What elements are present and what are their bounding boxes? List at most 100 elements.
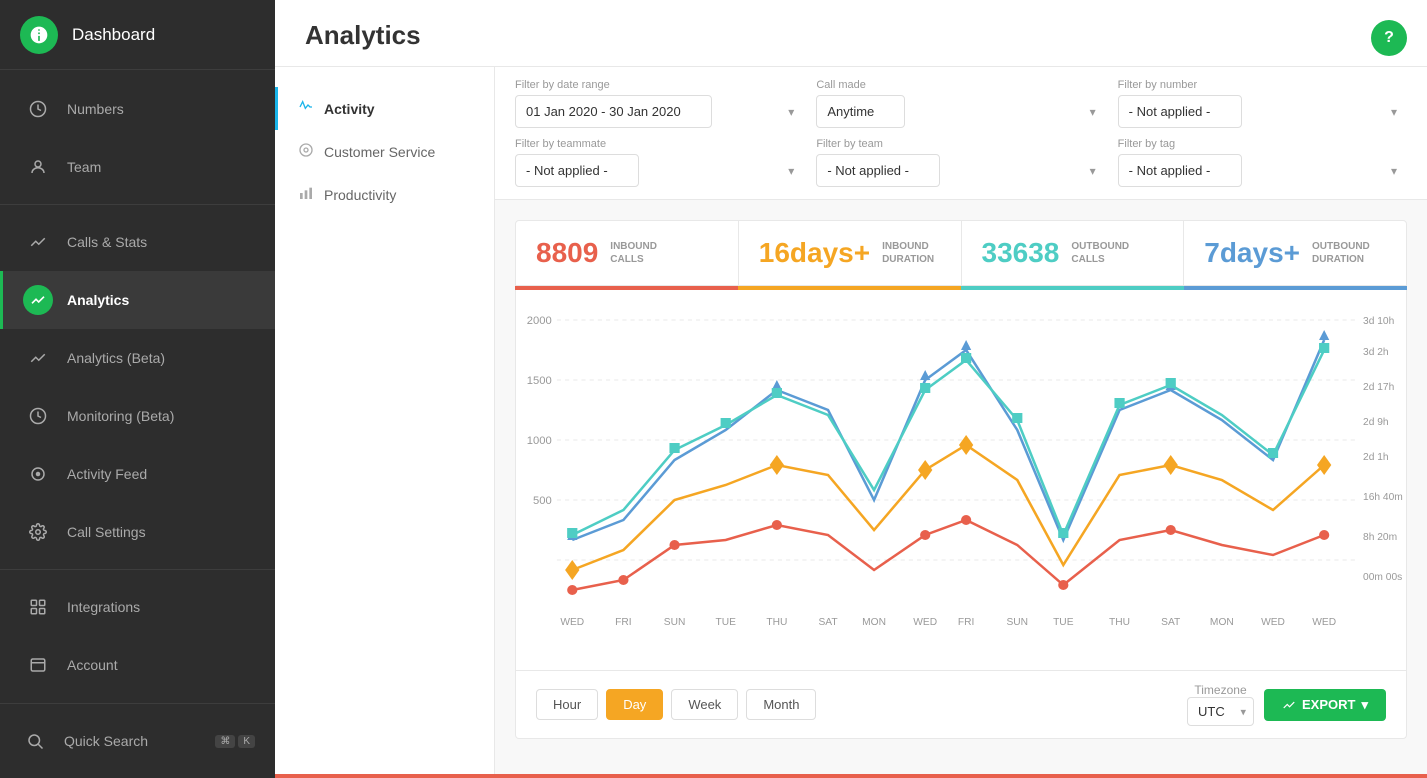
stat-outbound-dur-value: 7days+: [1204, 237, 1300, 269]
timezone-select-wrap: UTC: [1187, 697, 1254, 726]
customer-service-sub-icon: [298, 142, 314, 161]
svg-text:1000: 1000: [527, 435, 552, 447]
svg-text:2000: 2000: [527, 315, 552, 327]
sub-sidebar-item-customer-service[interactable]: Customer Service: [275, 130, 494, 173]
sidebar-item-call-settings[interactable]: Call Settings: [0, 503, 275, 561]
timezone-select[interactable]: UTC: [1187, 697, 1254, 726]
sidebar-item-integrations-label: Integrations: [67, 599, 140, 615]
timezone-label: Timezone: [1194, 683, 1246, 697]
stats-row: 8809 INBOUNDCALLS 16days+ INBOUNDDURATIO…: [515, 220, 1407, 286]
timezone-select-group: Timezone UTC: [1187, 683, 1254, 726]
sidebar-item-team[interactable]: Team: [0, 138, 275, 196]
timezone-group: Timezone UTC EXPORT ▾: [1187, 683, 1386, 726]
stat-card-inbound-dur: 16days+ INBOUNDDURATION: [739, 221, 962, 285]
sub-sidebar-item-productivity[interactable]: Productivity: [275, 173, 494, 216]
export-button[interactable]: EXPORT ▾: [1264, 689, 1386, 721]
sidebar-item-account[interactable]: Account: [0, 636, 275, 694]
time-btn-week[interactable]: Week: [671, 689, 738, 720]
chart-container: 2000 1500 1000 500: [515, 290, 1407, 739]
filter-team-label: Filter by team: [816, 138, 1105, 150]
svg-text:2d 1h: 2d 1h: [1363, 452, 1389, 463]
sidebar-item-numbers[interactable]: Numbers: [0, 80, 275, 138]
stat-card-inbound-calls: 8809 INBOUNDCALLS: [516, 221, 739, 285]
sidebar-item-calls-stats[interactable]: Calls & Stats: [0, 213, 275, 271]
sidebar-item-analytics-label: Analytics: [67, 292, 129, 308]
svg-text:2d 9h: 2d 9h: [1363, 417, 1389, 428]
chart-area: 2000 1500 1000 500: [516, 290, 1406, 670]
analytics-beta-icon: [23, 343, 53, 373]
sub-layout: Activity Customer Service Productivity: [275, 67, 1427, 778]
svg-text:FRI: FRI: [958, 617, 974, 628]
sidebar-item-monitoring-beta[interactable]: Monitoring (Beta): [0, 387, 275, 445]
filter-tag-select[interactable]: - Not applied -: [1118, 154, 1242, 187]
sidebar-item-activity-feed-label: Activity Feed: [67, 466, 147, 482]
filter-teammate-select[interactable]: - Not applied -: [515, 154, 639, 187]
export-icon: [1282, 698, 1296, 712]
sidebar-item-analytics-beta[interactable]: Analytics (Beta): [0, 329, 275, 387]
filter-team-select[interactable]: - Not applied -: [816, 154, 940, 187]
svg-text:SUN: SUN: [1006, 617, 1028, 628]
svg-text:SUN: SUN: [664, 617, 686, 628]
filter-date-range-label: Filter by date range: [515, 79, 804, 91]
svg-text:1500: 1500: [527, 375, 552, 387]
quick-search[interactable]: Quick Search ⌘ K: [0, 714, 275, 768]
filter-call-made-select[interactable]: Anytime: [816, 95, 905, 128]
filter-teammate-label: Filter by teammate: [515, 138, 804, 150]
page-title: Analytics: [305, 20, 1397, 51]
chart-footer: Hour Day Week Month Timezone UTC: [516, 670, 1406, 738]
svg-text:500: 500: [533, 495, 552, 507]
filter-date-range-select[interactable]: 01 Jan 2020 - 30 Jan 2020: [515, 95, 712, 128]
filter-bar: Filter by date range 01 Jan 2020 - 30 Ja…: [495, 67, 1427, 200]
kbd-cmd: ⌘: [215, 735, 235, 748]
time-btn-month[interactable]: Month: [746, 689, 816, 720]
chart-svg: 2000 1500 1000 500: [516, 300, 1406, 640]
productivity-sub-icon: [298, 185, 314, 204]
kbd-k: K: [238, 735, 255, 748]
page-header: Analytics: [275, 0, 1427, 67]
export-label: EXPORT: [1302, 697, 1355, 712]
help-button[interactable]: ?: [1371, 20, 1407, 56]
svg-text:WED: WED: [1261, 617, 1285, 628]
sidebar-item-analytics[interactable]: Analytics: [0, 271, 275, 329]
svg-text:TUE: TUE: [715, 617, 736, 628]
activity-feed-icon: [23, 459, 53, 489]
page-wrapper: ? Analytics Activity Customer Service: [275, 0, 1427, 778]
filter-date-range-wrap: 01 Jan 2020 - 30 Jan 2020: [515, 95, 804, 128]
filter-date-range-group: Filter by date range 01 Jan 2020 - 30 Ja…: [515, 79, 804, 128]
app-logo[interactable]: [20, 16, 58, 54]
svg-text:8h 20m: 8h 20m: [1363, 532, 1397, 543]
svg-text:3d 2h: 3d 2h: [1363, 347, 1389, 358]
sidebar-item-integrations[interactable]: Integrations: [0, 578, 275, 636]
sidebar-item-activity-feed[interactable]: Activity Feed: [0, 445, 275, 503]
time-btn-hour[interactable]: Hour: [536, 689, 598, 720]
stat-outbound-dur-label: OUTBOUNDDURATION: [1312, 240, 1370, 266]
app-title: Dashboard: [72, 25, 155, 45]
svg-text:2d 17h: 2d 17h: [1363, 382, 1394, 393]
sidebar-item-numbers-label: Numbers: [67, 101, 124, 117]
sub-sidebar-productivity-label: Productivity: [324, 187, 396, 203]
svg-text:MON: MON: [1210, 617, 1234, 628]
svg-text:SAT: SAT: [818, 617, 837, 628]
filter-row-2: Filter by teammate - Not applied - Filte…: [515, 138, 1407, 187]
time-btn-day[interactable]: Day: [606, 689, 663, 720]
integrations-icon: [23, 592, 53, 622]
sidebar: Dashboard Numbers Team Calls & Stats: [0, 0, 275, 778]
svg-text:SAT: SAT: [1161, 617, 1180, 628]
filter-team-group: Filter by team - Not applied -: [816, 138, 1105, 187]
filter-number-select[interactable]: - Not applied -: [1118, 95, 1242, 128]
monitoring-icon: [23, 401, 53, 431]
account-icon: [23, 650, 53, 680]
sidebar-item-call-settings-label: Call Settings: [67, 524, 146, 540]
svg-text:THU: THU: [1109, 617, 1130, 628]
sub-sidebar-activity-label: Activity: [324, 101, 375, 117]
filter-tag-group: Filter by tag - Not applied -: [1118, 138, 1407, 187]
filter-row-1: Filter by date range 01 Jan 2020 - 30 Ja…: [515, 79, 1407, 128]
clock-icon: [23, 94, 53, 124]
person-icon: [23, 152, 53, 182]
analytics-content: 8809 INBOUNDCALLS 16days+ INBOUNDDURATIO…: [495, 200, 1427, 778]
sidebar-header: Dashboard: [0, 0, 275, 70]
svg-text:TUE: TUE: [1053, 617, 1074, 628]
stat-card-outbound-calls: 33638 OUTBOUNDCALLS: [962, 221, 1185, 285]
activity-sub-icon: [298, 99, 314, 118]
sub-sidebar-item-activity[interactable]: Activity: [275, 87, 494, 130]
